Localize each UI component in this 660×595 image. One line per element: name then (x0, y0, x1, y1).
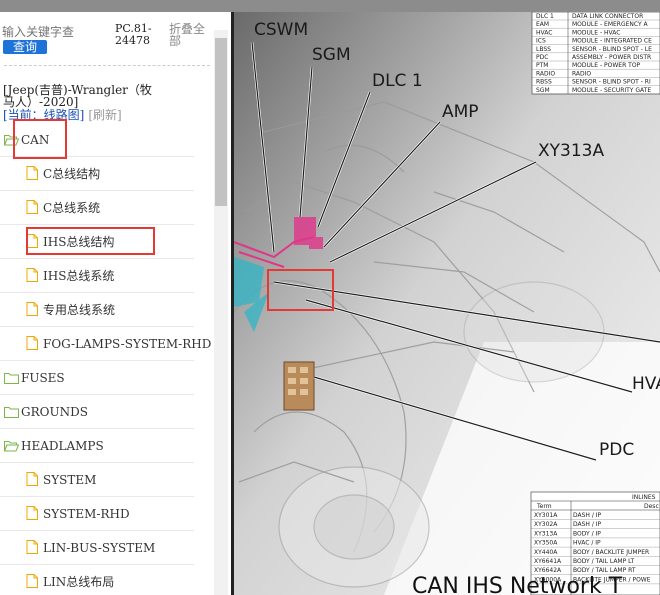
tree-item-label: GROUNDS (21, 405, 88, 419)
legend-description: MODULE - HVAC (572, 29, 620, 36)
inlines-title: INLINES (632, 494, 656, 501)
tree-item[interactable]: 专用总线系统 (0, 292, 194, 327)
legend-code: HVAC (536, 29, 552, 36)
inlines-header: Term (536, 503, 552, 510)
legend-code: PTM (536, 62, 548, 69)
wiring-diagram: CSWM SGM DLC 1 AMP XY313A HVA PDC DLC 1D… (234, 12, 660, 595)
sidebar-panel: 查询 PC.81-24478 折叠全部 [Jeep(吉普)-Wrangler（牧… (0, 12, 231, 595)
refresh-link[interactable]: [刷新] (88, 108, 121, 122)
legend-description: DATA LINK CONNECTOR (572, 13, 643, 20)
file-icon (26, 166, 38, 183)
tree-item-label: LIN总线布局 (43, 575, 115, 589)
legend-code: EAM (536, 21, 549, 28)
legend-description: MODULE - INTEGRATED CE (572, 38, 652, 45)
file-icon (26, 574, 38, 591)
tree-item-label: C总线系统 (43, 201, 101, 215)
file-icon (26, 540, 38, 557)
scrollbar-thumb[interactable] (215, 38, 227, 206)
tree-item[interactable]: IHS总线系统 (0, 258, 194, 293)
callout-label: PDC (599, 440, 634, 460)
callout-label: HVA (632, 374, 660, 394)
legend-code: PDC (536, 54, 548, 61)
highlight-box (26, 227, 155, 255)
folder-icon (4, 372, 19, 387)
tree-item-label: IHS总线系统 (43, 269, 115, 283)
pdc-component (283, 361, 315, 411)
tree-item[interactable]: LIN总线布局 (0, 564, 194, 595)
legend-description: ASSEMBLY - POWER DISTR (572, 54, 651, 61)
legend-description: MODULE - EMERGENCY A (572, 21, 649, 28)
file-icon (26, 268, 38, 285)
file-icon (26, 336, 38, 353)
inline-term: XY6641A (534, 558, 562, 565)
file-icon (26, 302, 38, 319)
inline-description: BODY / TAIL LAMP LT (573, 558, 635, 565)
folder-open-icon (3, 440, 20, 455)
legend-code: DLC 1 (536, 13, 554, 20)
module-legend-table: DLC 1 DATA LINK CONNECTOR EAM MODULE - EMER… (531, 12, 660, 95)
divider (4, 65, 210, 66)
inline-description: BODY / IP (573, 530, 601, 537)
inline-term: XY350A (534, 540, 558, 547)
inlines-header: Desc (644, 503, 659, 510)
inline-term: XY440A (534, 549, 558, 556)
legend-description: MODULE - SECURITY GATE (572, 87, 651, 94)
legend-code: RADIO (536, 70, 555, 77)
inline-description: DASH / IP (573, 521, 602, 528)
document-code: PC.81-24478 (115, 22, 152, 47)
tree-item[interactable]: GROUNDS (0, 394, 194, 429)
legend-description: SENSOR - BLIND SPOT - LE (572, 46, 652, 53)
callout-label: SGM (312, 45, 351, 65)
search-input[interactable] (2, 24, 110, 40)
tree-item-label: SYSTEM (43, 473, 97, 487)
legend-description: RADIO (572, 70, 591, 77)
callout-label: AMP (442, 102, 479, 122)
tree-item[interactable]: FOG-LAMPS-SYSTEM-RHD (0, 326, 211, 361)
inline-description: HVAC / IP (573, 540, 601, 547)
tree-item[interactable]: HEADLAMPS (0, 428, 194, 463)
legend-description: MODULE - POWER TOP (572, 62, 641, 69)
inline-description: DASH / IP (573, 512, 602, 519)
legend-code: RBSS (536, 79, 552, 86)
collapse-all-link[interactable]: 折叠全部 (169, 23, 213, 47)
tree-item[interactable]: LIN-BUS-SYSTEM (0, 530, 194, 565)
legend-code: ICS (536, 38, 546, 45)
tree-item[interactable]: C总线系统 (0, 190, 194, 225)
tree-item-label: C总线结构 (43, 167, 101, 181)
callout-label: CSWM (254, 20, 308, 40)
legend-description: SENSOR - BLIND SPOT - RI (572, 79, 651, 86)
vehicle-title: [Jeep(吉普)-Wrangler（牧马人）-2020] (3, 83, 152, 109)
callout-label: DLC 1 (372, 71, 423, 91)
tree-item[interactable]: SYSTEM-RHD (0, 496, 194, 531)
folder-icon (4, 406, 19, 421)
diagram-title: CAN IHS Network T (412, 574, 623, 595)
inline-description: BODY / BACKLITE JUMPER (573, 549, 649, 556)
tree-item-label: HEADLAMPS (21, 439, 104, 453)
vehicle-network-illustration: CSWM SGM DLC 1 AMP XY313A HVA PDC DLC 1D… (234, 12, 660, 595)
tree-item[interactable]: FUSES (0, 360, 194, 395)
inline-term: XY313A (534, 530, 558, 537)
file-icon (26, 506, 38, 523)
window-top-bar (0, 0, 660, 12)
tree-item-label: LIN-BUS-SYSTEM (43, 541, 156, 555)
inline-term: XY302A (534, 521, 558, 528)
tree-item-label: FUSES (21, 371, 65, 385)
search-button[interactable]: 查询 (3, 40, 47, 54)
legend-code: SGM (536, 87, 550, 94)
legend-code: LBSS (536, 46, 551, 53)
file-icon (26, 200, 38, 217)
highlight-box (13, 119, 67, 159)
inline-term: XY301A (534, 512, 558, 519)
callout-label: XY313A (538, 141, 604, 161)
tree-item[interactable]: SYSTEM (0, 462, 194, 497)
tree-item-label: FOG-LAMPS-SYSTEM-RHD (43, 337, 212, 351)
tree-item[interactable]: C总线结构 (0, 156, 194, 191)
file-icon (26, 472, 38, 489)
tree-item-label: SYSTEM-RHD (43, 507, 130, 521)
tree-item-label: 专用总线系统 (43, 303, 116, 317)
